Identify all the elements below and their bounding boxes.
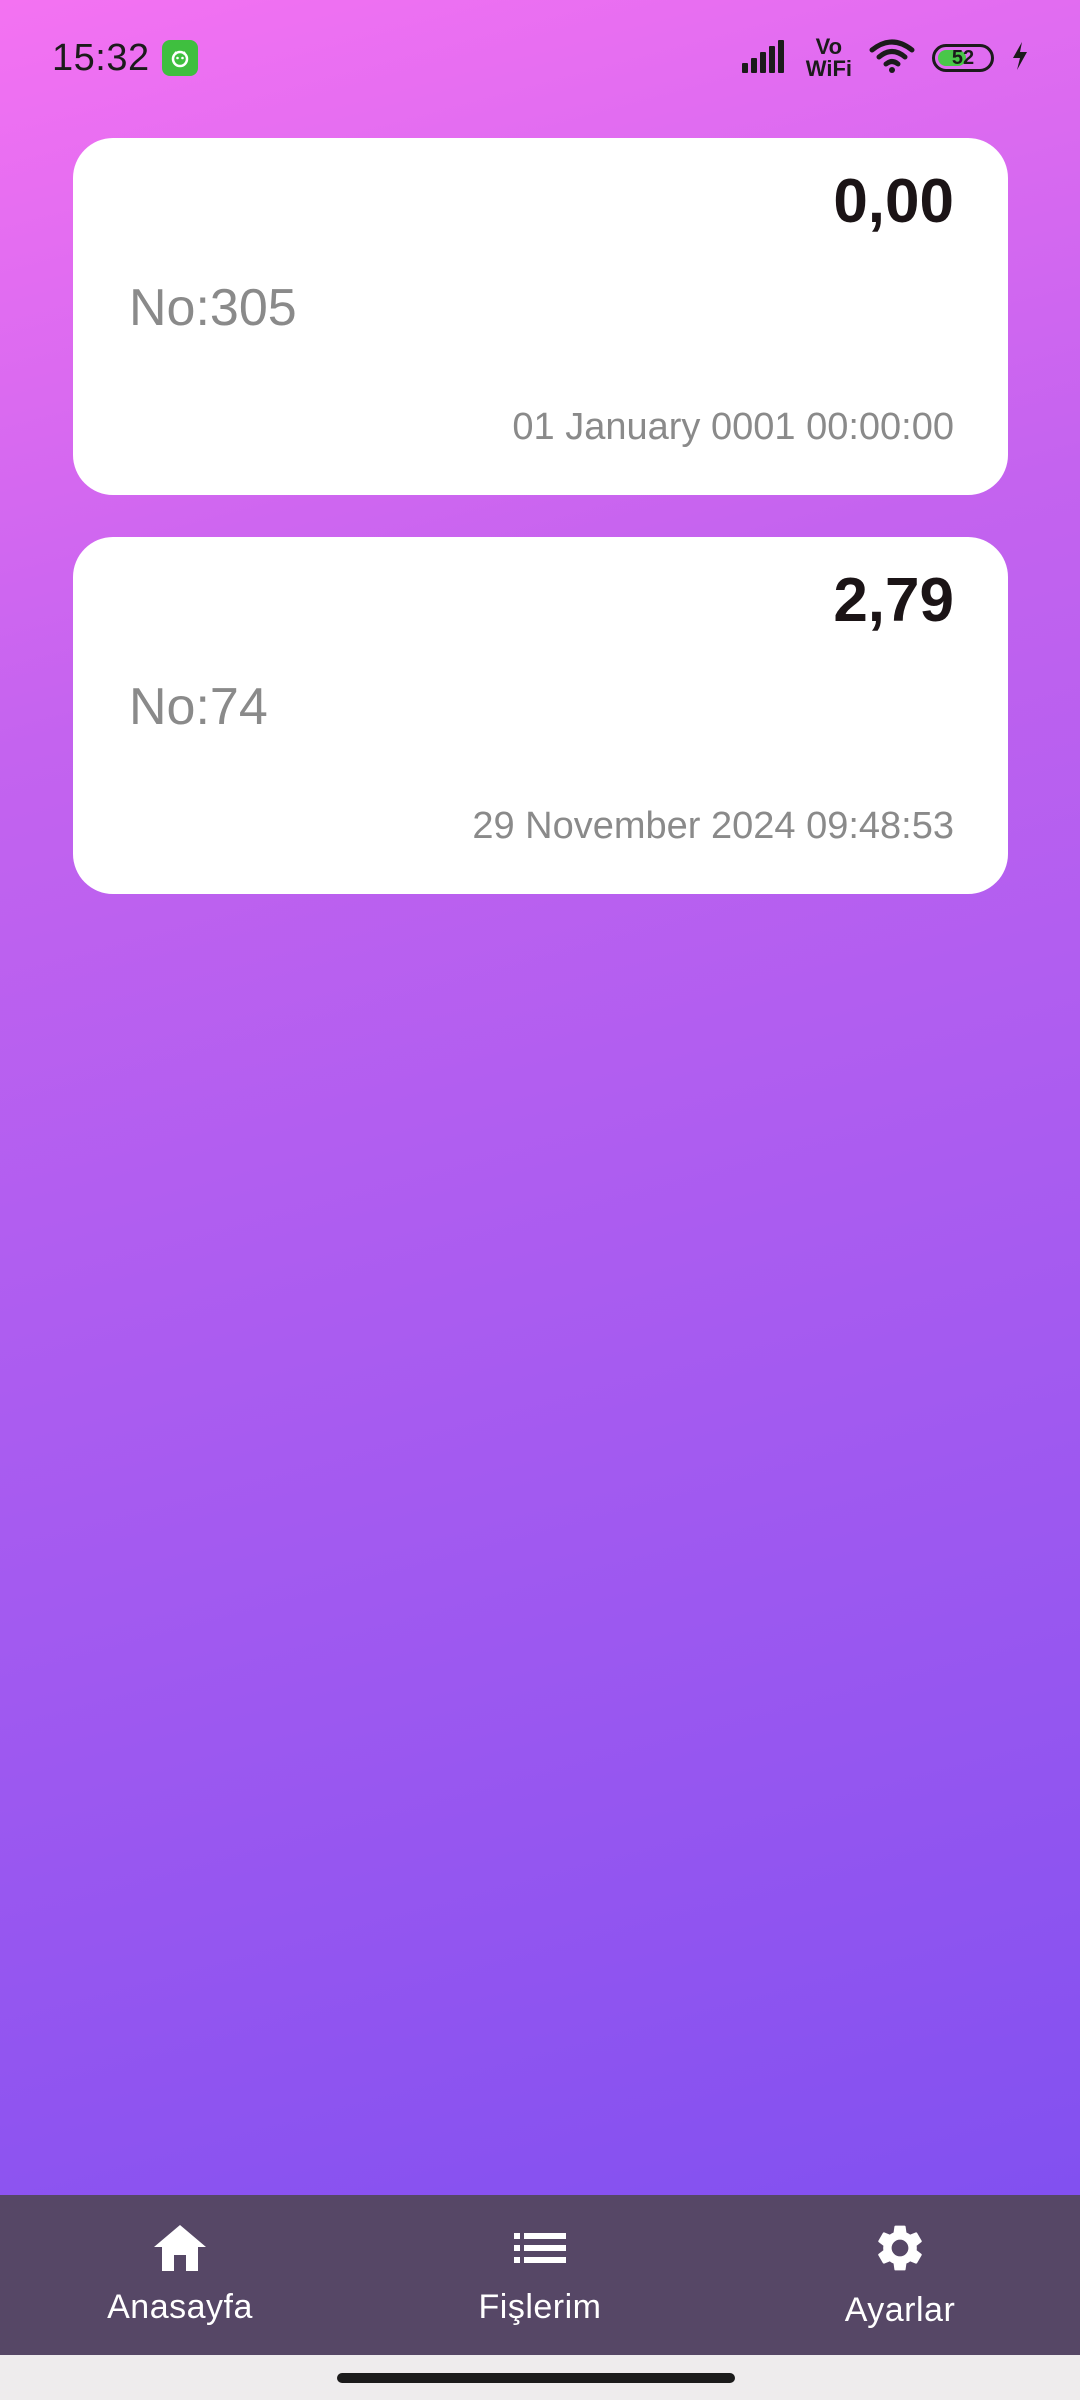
nav-label-home: Anasayfa [107,2288,253,2326]
vowifi-top-label: Vo [815,34,843,59]
home-icon [152,2223,208,2278]
charging-icon [1010,41,1030,76]
vowifi-indicator: Vo WiFi [806,36,852,80]
receipt-number: No:305 [129,279,297,337]
nav-item-receipts[interactable]: Fişlerim [360,2195,720,2355]
list-icon [512,2223,568,2278]
receipt-number: No:74 [129,678,268,736]
nav-item-settings[interactable]: Ayarlar [720,2195,1080,2355]
receipt-amount: 0,00 [833,167,954,236]
nav-label-settings: Ayarlar [844,2291,956,2329]
receipt-card[interactable]: 0,00 No:305 01 January 0001 00:00:00 [73,138,1008,495]
nav-item-home[interactable]: Anasayfa [0,2195,360,2355]
receipt-date: 29 November 2024 09:48:53 [472,805,954,847]
receipt-date: 01 January 0001 00:00:00 [512,406,954,448]
wifi-icon [868,38,916,79]
nav-label-receipts: Fişlerim [478,2288,602,2326]
signal-icon [740,39,790,78]
status-bar-right: Vo WiFi 52 [740,36,1030,80]
home-gesture-bar[interactable] [337,2373,735,2383]
status-bar-left: 15:32 [52,37,198,80]
gesture-area [0,2355,1080,2400]
bottom-navigation: Anasayfa Fişlerim Ayarlar [0,2195,1080,2355]
battery-icon: 52 [932,44,994,72]
status-bar: 15:32 Vo WiFi 52 [0,0,1080,116]
vowifi-bottom-label: WiFi [805,56,852,81]
receipt-card[interactable]: 2,79 No:74 29 November 2024 09:48:53 [73,537,1008,894]
status-time: 15:32 [52,36,150,79]
gear-icon [872,2220,928,2281]
battery-level: 52 [951,46,975,69]
receipt-amount: 2,79 [833,566,954,635]
app-notification-icon [161,40,198,76]
